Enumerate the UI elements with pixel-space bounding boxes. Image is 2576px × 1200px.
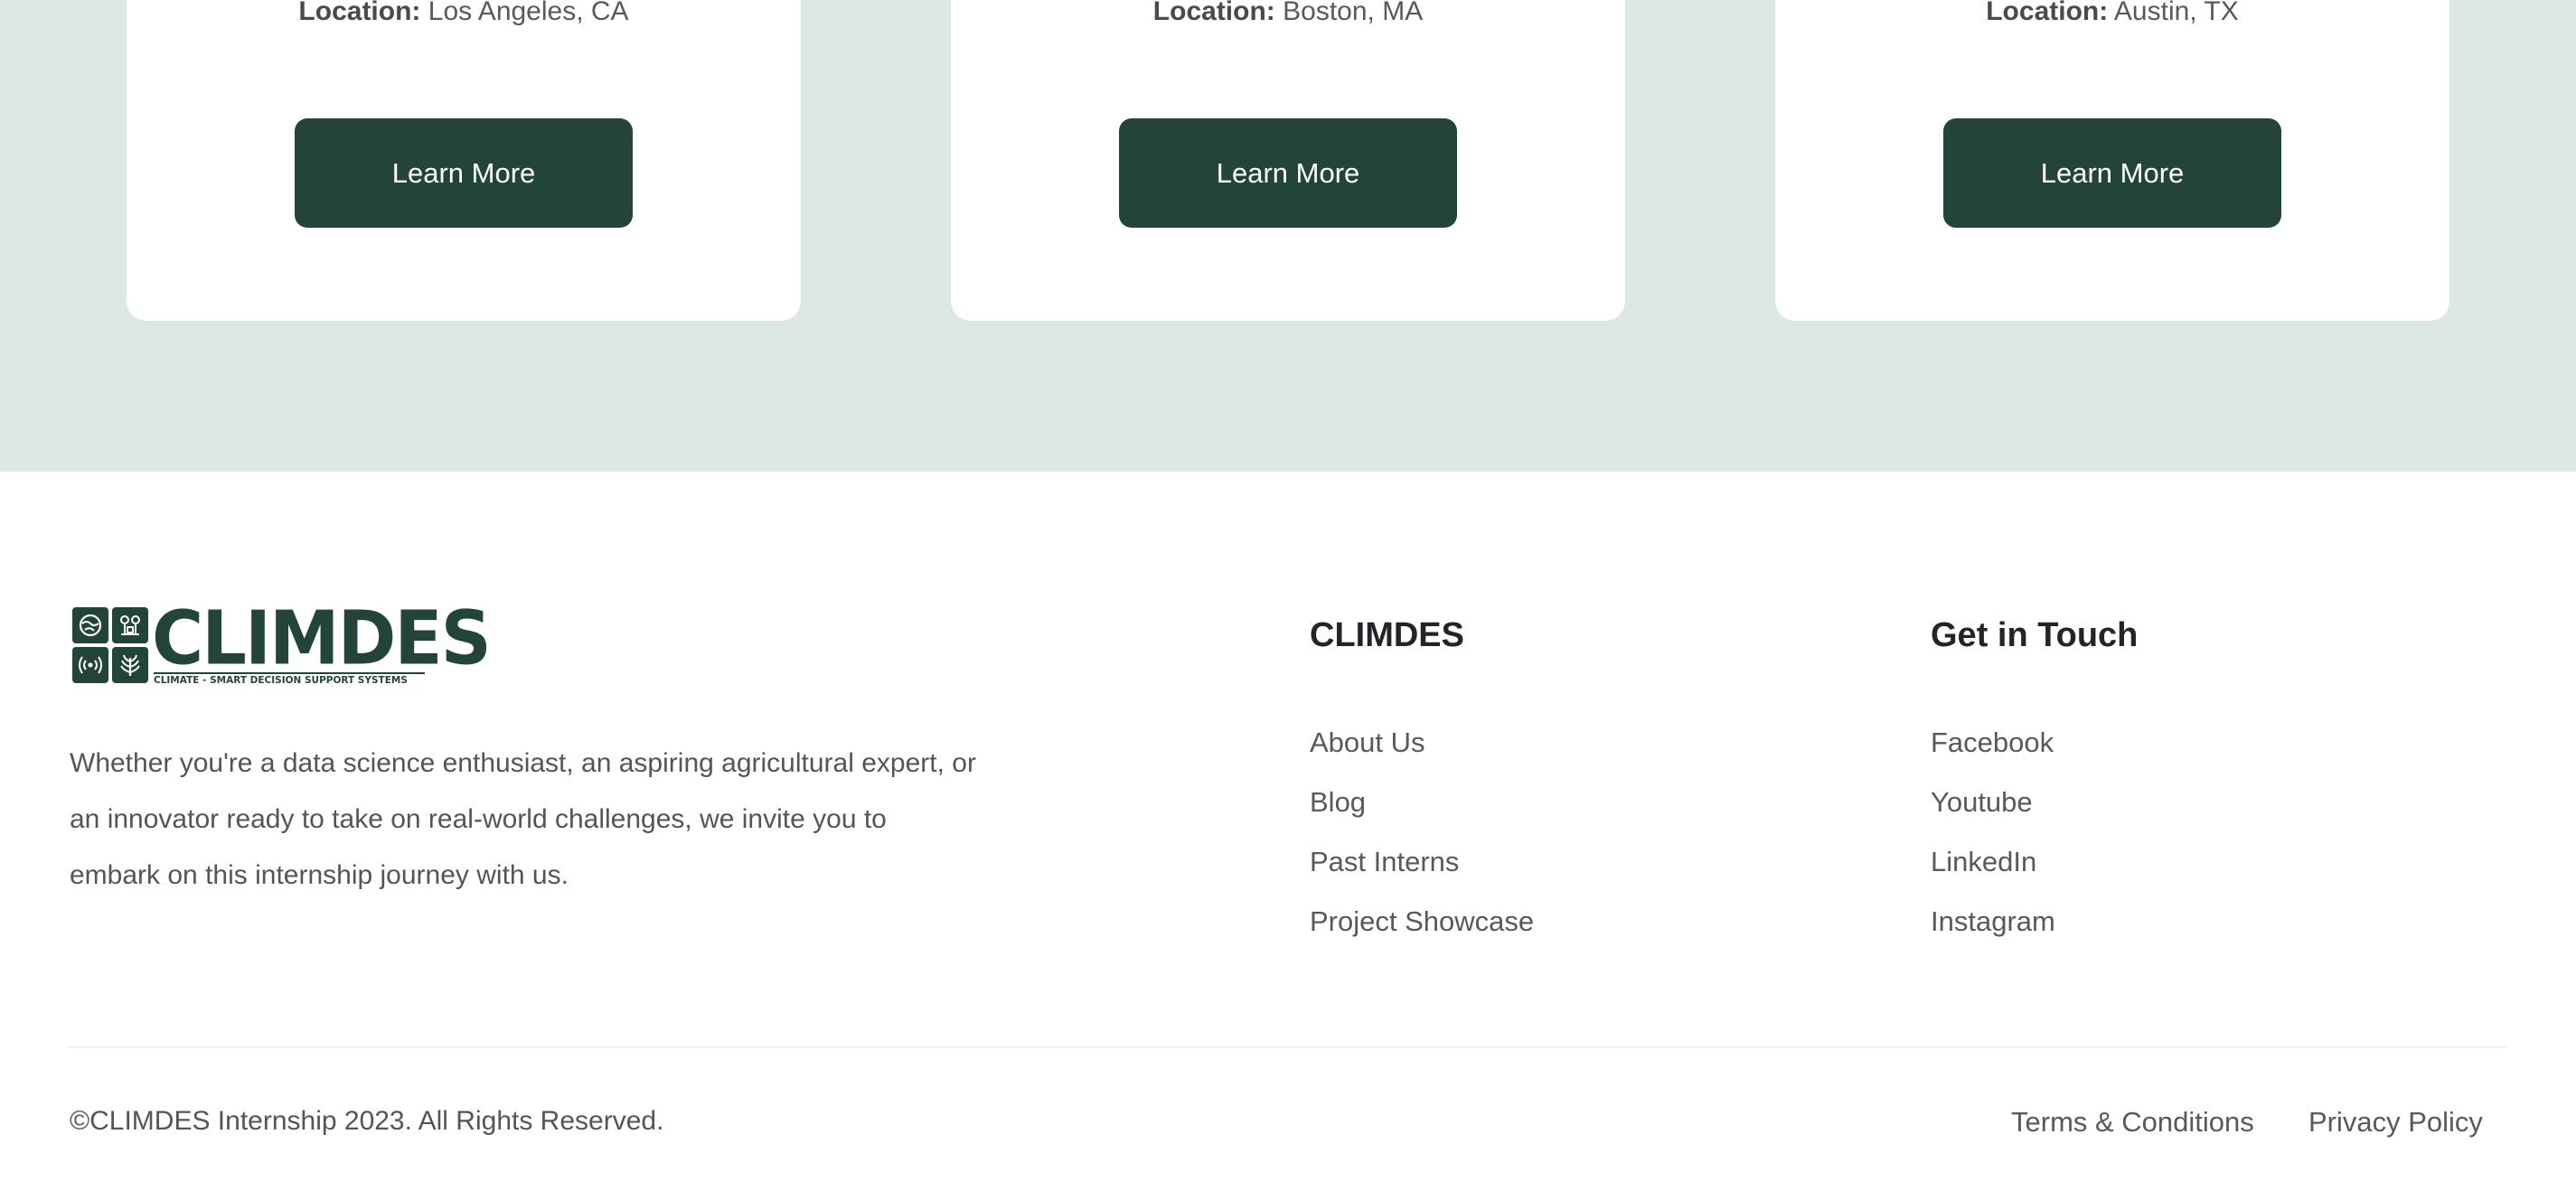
about-us-link[interactable]: About Us — [1310, 727, 1425, 758]
terms-and-conditions-link[interactable]: Terms & Conditions — [2011, 1106, 2254, 1139]
footer-links-social: Facebook Youtube LinkedIn Instagram — [1931, 727, 2055, 965]
signal-waves-icon — [72, 647, 108, 683]
internship-card: Location: Los Angeles, CA Learn More — [127, 0, 801, 321]
footer-divider — [70, 1046, 2505, 1048]
blog-link[interactable]: Blog — [1310, 786, 1366, 818]
learn-more-button[interactable]: Learn More — [295, 118, 633, 228]
location-label: Location: — [1986, 0, 2109, 26]
learn-more-button[interactable]: Learn More — [1943, 118, 2281, 228]
footer-description: Whether you're a data science enthusiast… — [70, 748, 976, 890]
project-showcase-link[interactable]: Project Showcase — [1310, 905, 1534, 937]
list-item: About Us — [1310, 727, 1534, 786]
past-interns-link[interactable]: Past Interns — [1310, 846, 1459, 877]
logo-tiles — [72, 607, 150, 685]
list-item: Facebook — [1931, 727, 2055, 786]
youtube-link[interactable]: Youtube — [1931, 786, 2033, 818]
list-item: Youtube — [1931, 786, 2055, 846]
linkedin-link[interactable]: LinkedIn — [1931, 846, 2036, 877]
footer-column-title-climdes: CLIMDES — [1310, 616, 1464, 654]
list-item: Instagram — [1931, 905, 2055, 965]
internship-card: Location: Austin, TX Learn More — [1775, 0, 2449, 321]
wheat-icon — [112, 647, 148, 683]
card-location: Location: Boston, MA — [951, 0, 1625, 27]
footer-links-climdes: About Us Blog Past Interns Project Showc… — [1310, 727, 1534, 965]
location-value: Boston, MA — [1274, 0, 1424, 26]
location-label: Location: — [1152, 0, 1275, 26]
internship-cards-section: Location: Los Angeles, CA Learn More Loc… — [0, 0, 2576, 472]
privacy-policy-link[interactable]: Privacy Policy — [2308, 1106, 2483, 1139]
list-item: LinkedIn — [1931, 846, 2055, 905]
location-label: Location: — [298, 0, 421, 26]
logo-tagline: CLIMATE - SMART DECISION SUPPORT SYSTEMS — [154, 672, 425, 686]
footer-column-title-get-in-touch: Get in Touch — [1931, 616, 2139, 654]
location-value: Los Angeles, CA — [420, 0, 629, 26]
list-item: Blog — [1310, 786, 1534, 846]
globe-icon — [72, 607, 108, 643]
learn-more-button[interactable]: Learn More — [1119, 118, 1457, 228]
site-footer: CLIMDES CLIMATE - SMART DECISION SUPPORT… — [0, 472, 2576, 1200]
facebook-link[interactable]: Facebook — [1931, 727, 2054, 758]
card-location: Location: Los Angeles, CA — [127, 0, 801, 27]
climdes-logo[interactable]: CLIMDES CLIMATE - SMART DECISION SUPPORT… — [72, 602, 492, 686]
instagram-link[interactable]: Instagram — [1931, 905, 2055, 937]
list-item: Past Interns — [1310, 846, 1534, 905]
plant-sprouts-icon — [112, 607, 148, 643]
card-location: Location: Austin, TX — [1775, 0, 2449, 27]
copyright-text: ©CLIMDES Internship 2023. All Rights Res… — [70, 1106, 664, 1136]
location-value: Austin, TX — [2108, 0, 2239, 26]
internship-card: Location: Boston, MA Learn More — [951, 0, 1625, 321]
list-item: Project Showcase — [1310, 905, 1534, 965]
logo-wordmark: CLIMDES — [152, 595, 492, 682]
